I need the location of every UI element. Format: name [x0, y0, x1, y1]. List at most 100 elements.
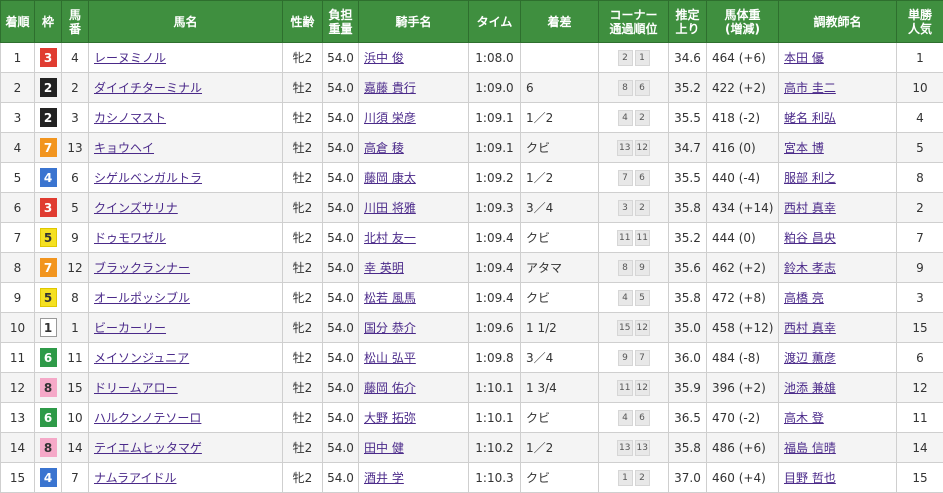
trainer-link[interactable]: 高橋 亮 [784, 291, 824, 305]
margin-cell: 3／4 [520, 192, 599, 223]
jockey-link[interactable]: 国分 恭介 [364, 321, 416, 335]
jockey-cell: 松山 弘平 [358, 342, 469, 373]
waku-badge: 3 [39, 198, 57, 217]
weight-cell: 54.0 [322, 132, 359, 163]
rank-cell: 11 [0, 342, 35, 373]
horse-link[interactable]: テイエムヒッタマゲ [94, 441, 202, 455]
header-corner: コーナー 通過順位 [598, 0, 669, 43]
trainer-link[interactable]: 西村 真幸 [784, 201, 836, 215]
horse-link[interactable]: ダイイチターミナル [94, 81, 202, 95]
horse-link[interactable]: メイソンジュニア [94, 351, 189, 365]
horse-link[interactable]: レーヌミノル [94, 51, 166, 65]
jockey-link[interactable]: 大野 拓弥 [364, 411, 416, 425]
jockey-cell: 高倉 稜 [358, 132, 469, 163]
horse-link[interactable]: クインズサリナ [94, 201, 178, 215]
margin-cell [520, 42, 599, 73]
jockey-link[interactable]: 北村 友一 [364, 231, 416, 245]
trainer-link[interactable]: 蛯名 利弘 [784, 111, 836, 125]
ninki-cell: 4 [896, 102, 943, 133]
horse-link[interactable]: ブラックランナー [94, 261, 190, 275]
jockey-cell: 嘉藤 貴行 [358, 72, 469, 103]
umaban-cell: 12 [61, 252, 89, 283]
trainer-link[interactable]: 高市 圭二 [784, 81, 836, 95]
trainer-link[interactable]: 本田 優 [784, 51, 824, 65]
time-cell: 1:10.1 [468, 402, 521, 433]
horse-link[interactable]: カシノマスト [94, 111, 166, 125]
horse-link[interactable]: ナムラアイドル [94, 471, 176, 485]
corner-pos-2: 2 [634, 470, 650, 486]
rank-cell: 15 [0, 462, 35, 493]
horse-link[interactable]: シゲルベンガルトラ [94, 171, 202, 185]
margin-cell: 3／4 [520, 342, 599, 373]
horse-link[interactable]: ドリームアロー [94, 381, 178, 395]
trainer-link[interactable]: 鈴木 孝志 [784, 261, 836, 275]
jockey-link[interactable]: 嘉藤 貴行 [364, 81, 416, 95]
horse-link[interactable]: ドゥモワゼル [94, 231, 166, 245]
trainer-link[interactable]: 西村 真幸 [784, 321, 836, 335]
trainer-link[interactable]: 宮本 博 [784, 141, 824, 155]
jockey-link[interactable]: 松山 弘平 [364, 351, 416, 365]
ninki-cell: 7 [896, 222, 943, 253]
jockey-link[interactable]: 藤岡 佑介 [364, 381, 416, 395]
header-umaban: 馬番 [61, 0, 89, 43]
trainer-link[interactable]: 福島 信晴 [784, 441, 836, 455]
corner-pos-1: 13 [617, 140, 633, 156]
waku-badge: 8 [39, 378, 57, 397]
trainer-link[interactable]: 服部 利之 [784, 171, 836, 185]
jockey-link[interactable]: 幸 英明 [364, 261, 404, 275]
umaban-cell: 2 [61, 72, 89, 103]
corner-pos-2: 7 [634, 350, 650, 366]
jockey-link[interactable]: 藤岡 康太 [364, 171, 416, 185]
trainer-link[interactable]: 粕谷 昌央 [784, 231, 836, 245]
bodyweight-cell: 434 (+14) [706, 192, 779, 223]
jockey-cell: 浜中 俊 [358, 42, 469, 73]
umaban-cell: 13 [61, 132, 89, 163]
horse-link[interactable]: ハルクンノテソーロ [94, 411, 201, 425]
horse-link[interactable]: キョウヘイ [94, 141, 154, 155]
corner-cell: 86 [598, 72, 669, 103]
header-horse: 馬名 [88, 0, 283, 43]
sexage-cell: 牝2 [282, 222, 323, 253]
agari-cell: 35.5 [668, 162, 707, 193]
header-bodyweight: 馬体重 (増減) [706, 0, 779, 43]
horse-link[interactable]: ビーカーリー [94, 321, 166, 335]
jockey-link[interactable]: 田中 健 [364, 441, 404, 455]
header-time: タイム [468, 0, 521, 43]
trainer-cell: 渡辺 薫彦 [778, 342, 897, 373]
jockey-link[interactable]: 酒井 学 [364, 471, 404, 485]
sexage-cell: 牝2 [282, 462, 323, 493]
jockey-link[interactable]: 川須 栄彦 [364, 111, 416, 125]
sexage-cell: 牝2 [282, 192, 323, 223]
trainer-cell: 高市 圭二 [778, 72, 897, 103]
agari-cell: 35.8 [668, 282, 707, 313]
trainer-cell: 福島 信晴 [778, 432, 897, 463]
jockey-link[interactable]: 松若 風馬 [364, 291, 416, 305]
waku-badge: 6 [39, 408, 57, 427]
margin-cell: 1 3/4 [520, 372, 599, 403]
corner-pos-1: 3 [617, 200, 633, 216]
bodyweight-cell: 440 (-4) [706, 162, 779, 193]
trainer-cell: 高橋 亮 [778, 282, 897, 313]
trainer-link[interactable]: 目野 哲也 [784, 471, 836, 485]
corner-cell: 13 12 [598, 132, 669, 163]
trainer-link[interactable]: 高木 登 [784, 411, 824, 425]
jockey-cell: 藤岡 康太 [358, 162, 469, 193]
ninki-cell: 3 [896, 282, 943, 313]
corner-cell: 45 [598, 282, 669, 313]
race-result-table: 着順 枠 馬番 馬名 性齢 負担 重量 騎手名 タイム 着差 コーナー 通過順位 推… [0, 0, 943, 493]
margin-cell: クビ [520, 402, 599, 433]
waku-cell: 2 [34, 102, 62, 133]
jockey-link[interactable]: 浜中 俊 [364, 51, 404, 65]
weight-cell: 54.0 [322, 372, 359, 403]
horse-link[interactable]: オールポッシブル [94, 291, 190, 305]
agari-cell: 35.9 [668, 372, 707, 403]
header-sexage: 性齢 [282, 0, 323, 43]
jockey-cell: 幸 英明 [358, 252, 469, 283]
jockey-link[interactable]: 高倉 稜 [364, 141, 404, 155]
trainer-link[interactable]: 池添 兼雄 [784, 381, 836, 395]
rank-cell: 9 [0, 282, 35, 313]
weight-cell: 54.0 [322, 402, 359, 433]
rank-cell: 1 [0, 42, 35, 73]
trainer-link[interactable]: 渡辺 薫彦 [784, 351, 836, 365]
jockey-link[interactable]: 川田 将雅 [364, 201, 416, 215]
